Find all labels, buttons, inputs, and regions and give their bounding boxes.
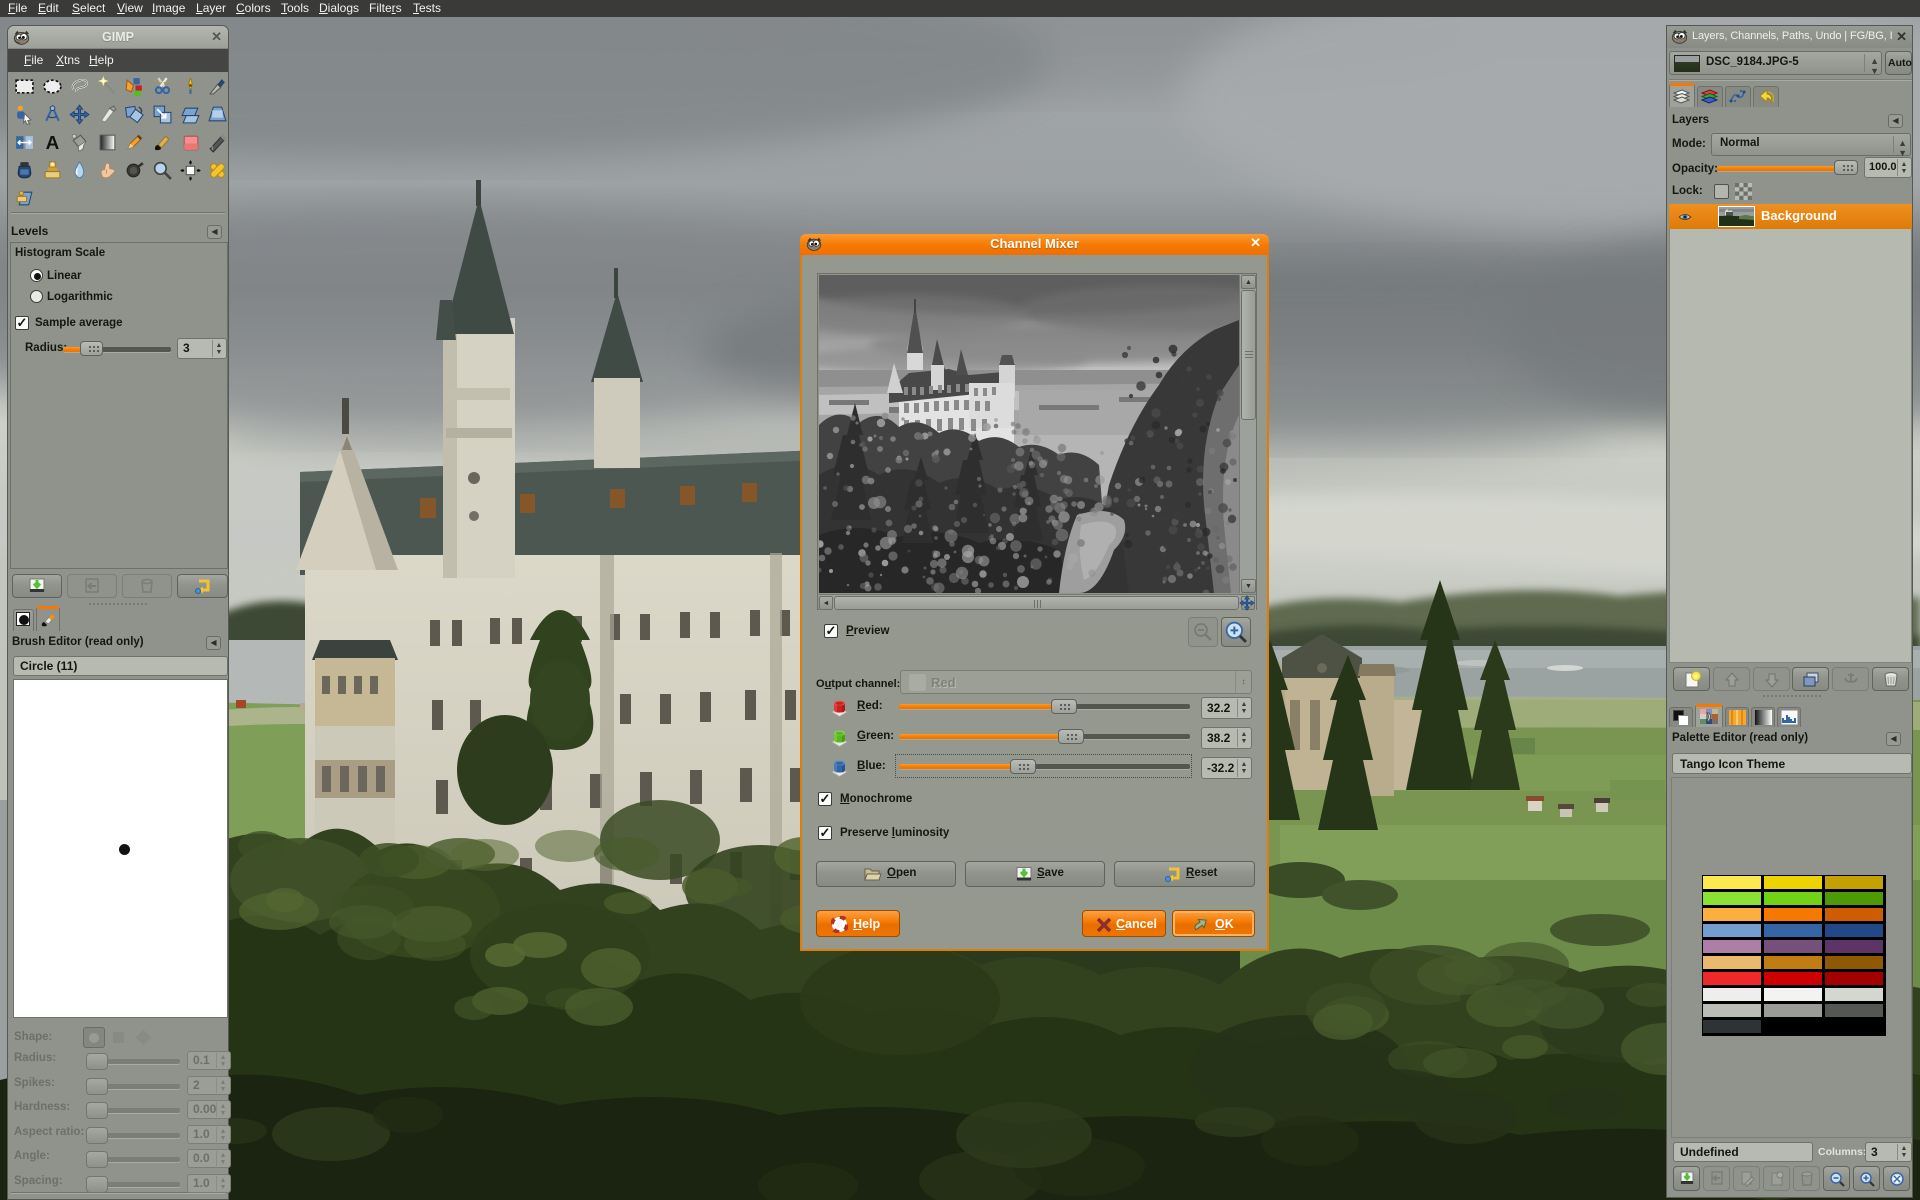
svg-text:A: A	[46, 133, 60, 153]
